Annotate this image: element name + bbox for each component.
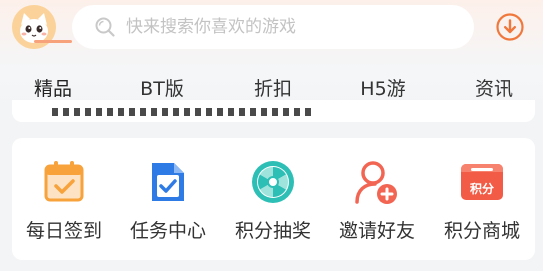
search-input[interactable] <box>126 5 456 49</box>
quick-action-label: 每日签到 <box>25 220 102 242</box>
tab-news[interactable]: 资讯 <box>475 74 513 101</box>
points-mall-icon: 积分 <box>461 164 503 200</box>
lottery-wheel-icon <box>252 161 294 203</box>
quick-actions-card: 每日签到 任务中心 积分抽奖 邀请好友 积分 积分商城 <box>12 138 535 260</box>
download-icon[interactable] <box>496 13 524 41</box>
clipped-text <box>52 108 312 116</box>
tab-bt[interactable]: BT版 <box>140 74 184 101</box>
tab-h5[interactable]: H5游 <box>360 74 405 101</box>
task-doc-icon <box>152 163 184 201</box>
quick-action-daily-checkin[interactable]: 每日签到 <box>12 138 116 260</box>
header: 精品 BT版 折扣 H5游 资讯 <box>0 0 543 110</box>
active-tab-indicator <box>34 40 72 43</box>
search-icon <box>95 17 115 37</box>
quick-action-invite[interactable]: 邀请好友 <box>325 138 429 260</box>
quick-action-lottery[interactable]: 积分抽奖 <box>221 138 325 260</box>
quick-action-label: 邀请好友 <box>338 220 415 242</box>
points-badge-text: 积分 <box>470 181 494 196</box>
quick-action-task-center[interactable]: 任务中心 <box>116 138 220 260</box>
quick-action-label: 任务中心 <box>129 220 206 242</box>
quick-action-label: 积分抽奖 <box>234 220 311 242</box>
calendar-check-icon <box>44 161 84 202</box>
search-bar[interactable] <box>72 5 474 49</box>
quick-action-label: 积分商城 <box>443 220 520 242</box>
tab-featured[interactable]: 精品 <box>34 74 72 101</box>
quick-action-points-mall[interactable]: 积分 积分商城 <box>430 138 534 260</box>
invite-user-icon <box>355 161 397 204</box>
scrolled-content-card <box>12 100 535 122</box>
tab-discount[interactable]: 折扣 <box>254 74 292 101</box>
